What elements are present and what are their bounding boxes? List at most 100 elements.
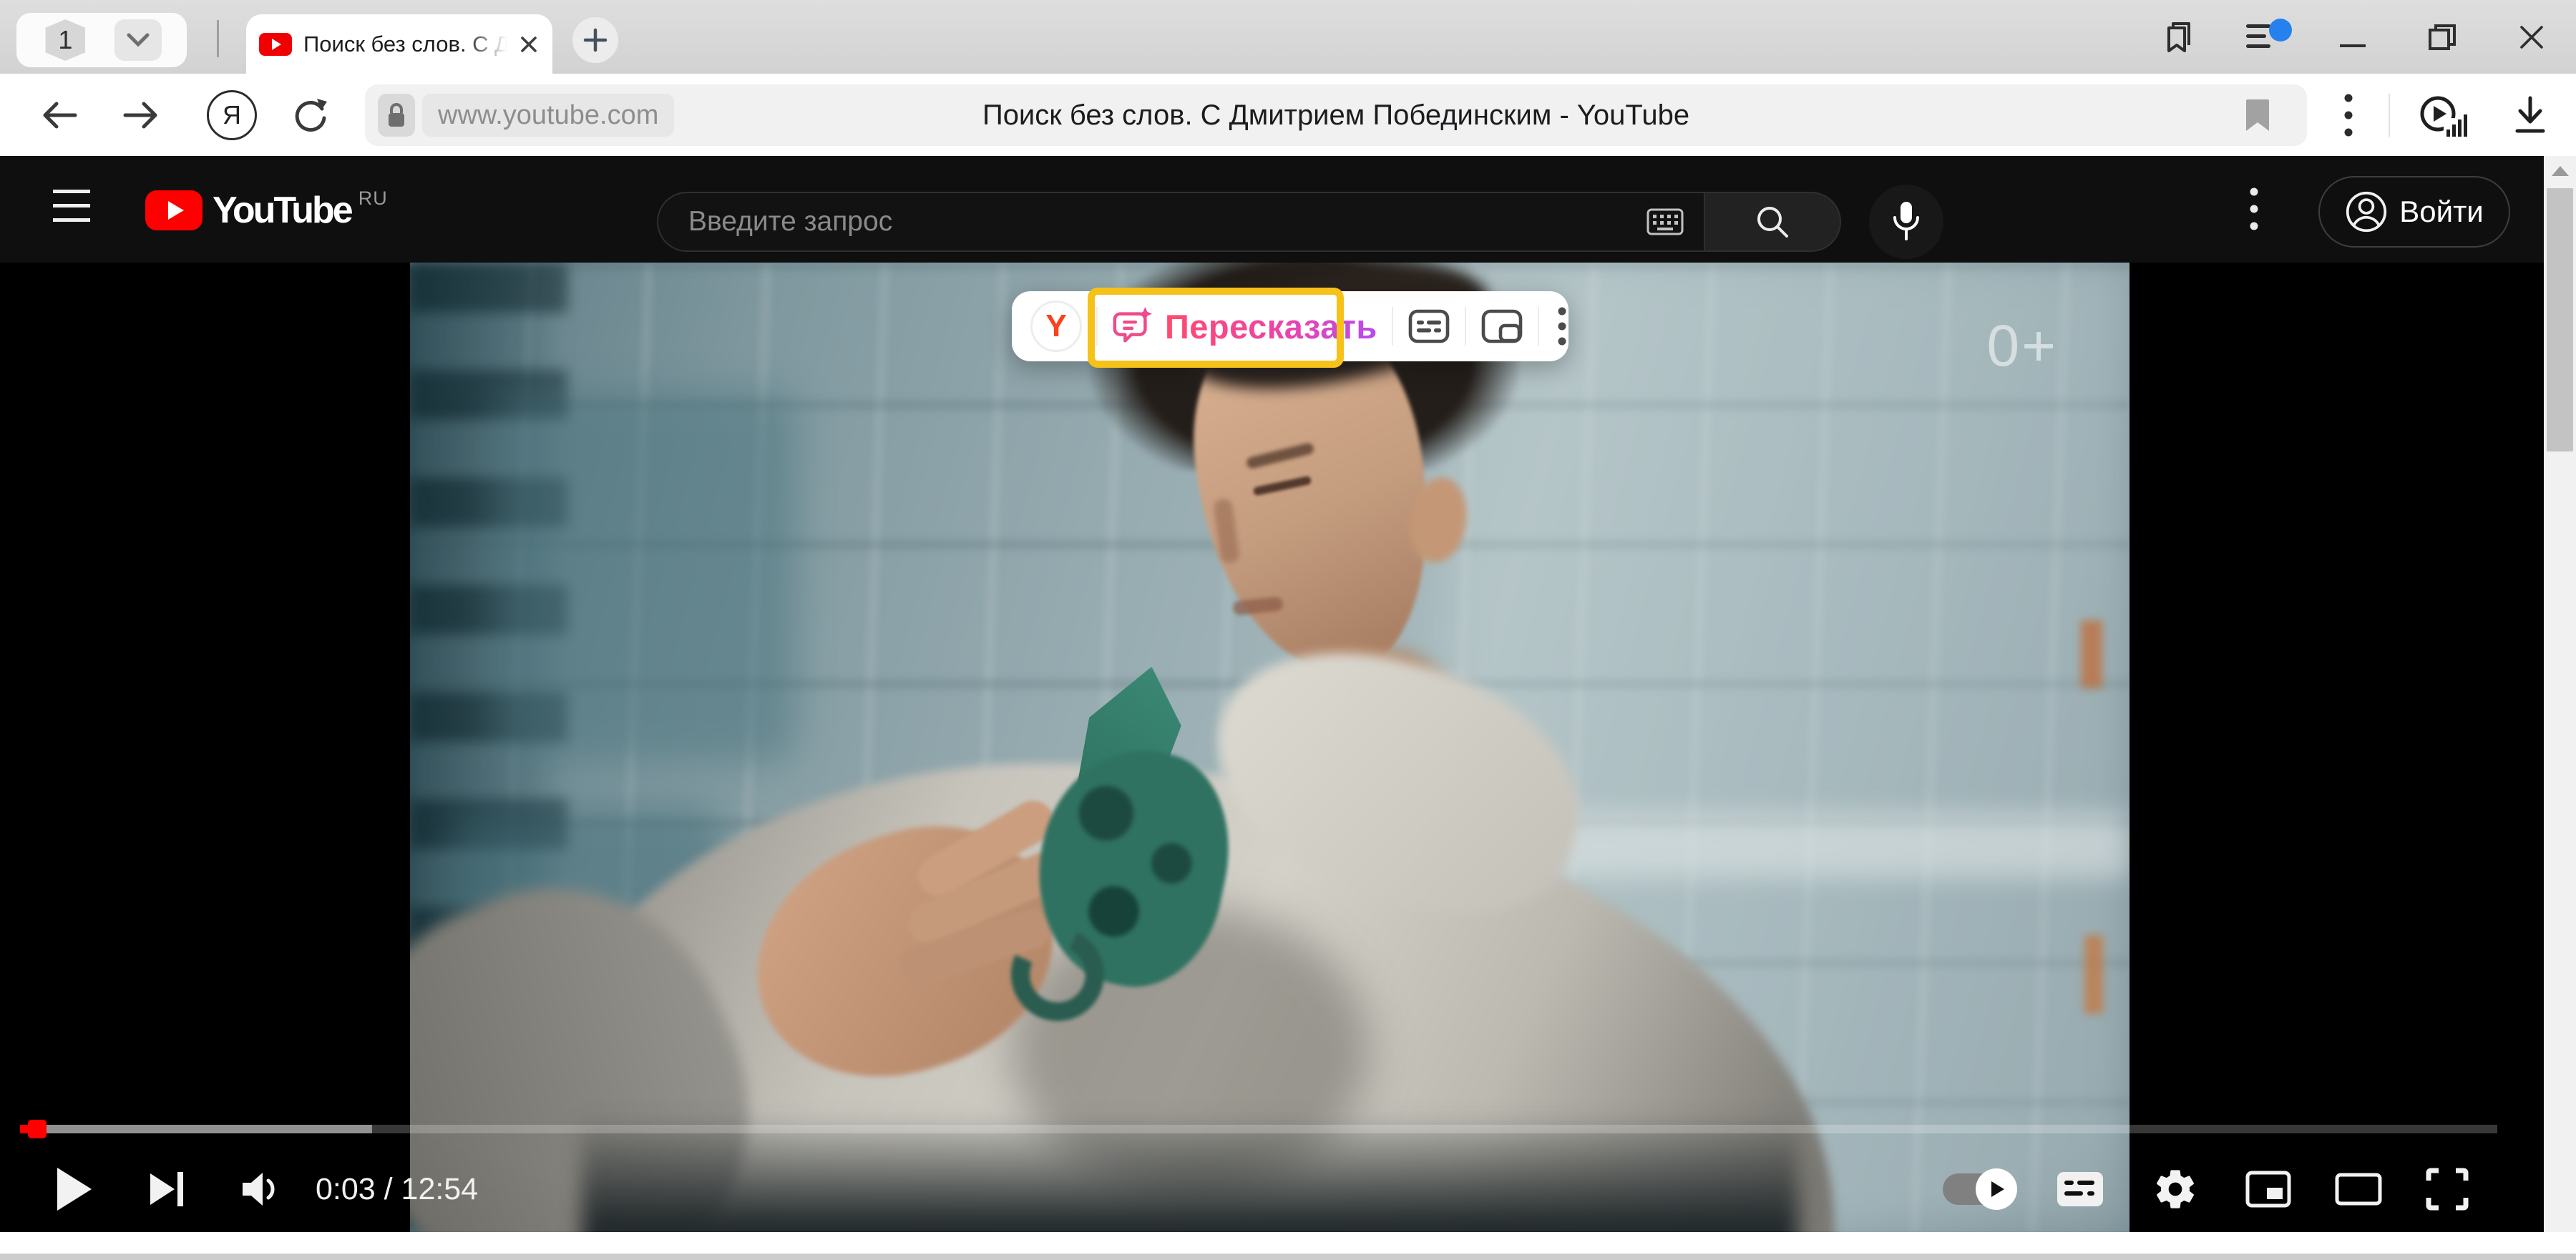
kebab-menu-icon xyxy=(2250,186,2258,232)
overlay-divider xyxy=(1465,307,1466,346)
new-tab-button[interactable] xyxy=(572,17,618,63)
kebab-menu-icon xyxy=(2344,92,2353,138)
address-toolbar: Я www.youtube.com Поиск без слов. С Дмит… xyxy=(0,74,2576,156)
url-display[interactable]: www.youtube.com xyxy=(422,94,674,137)
search-button[interactable] xyxy=(1704,192,1841,252)
page-scrollbar[interactable] xyxy=(2544,156,2576,1260)
video-frame[interactable]: 0+ xyxy=(410,263,2129,1232)
next-icon xyxy=(149,1169,186,1209)
yandex-logo-icon[interactable]: Y xyxy=(1030,301,1082,352)
overlay-divider xyxy=(1538,307,1539,346)
reload-icon xyxy=(290,94,331,136)
fullscreen-button[interactable] xyxy=(2413,1153,2482,1225)
tab-title: Поиск без слов. С Дмит xyxy=(303,31,511,57)
close-icon xyxy=(2517,22,2547,52)
overlay-pip-button[interactable] xyxy=(1480,308,1523,344)
picture-in-picture-icon xyxy=(1480,308,1523,344)
arrow-right-icon xyxy=(121,98,161,132)
yandex-ya-icon: Я xyxy=(207,90,257,140)
youtube-favicon-icon xyxy=(259,33,292,56)
fullscreen-icon xyxy=(2424,1166,2470,1212)
tab-bar: 1 Поиск без слов. С Дмит xyxy=(0,0,2576,74)
close-window-button[interactable] xyxy=(2503,16,2560,59)
volume-button[interactable] xyxy=(228,1153,296,1225)
arrow-left-icon xyxy=(39,98,79,132)
bookmark-flag-icon xyxy=(2244,97,2271,134)
tab-counter-label: 1 xyxy=(58,25,72,55)
window-bottom-strip xyxy=(0,1232,2576,1254)
toolbar-divider xyxy=(2389,94,2390,137)
sign-in-button[interactable]: Войти xyxy=(2318,176,2510,248)
gear-icon xyxy=(2152,1166,2198,1212)
downloads-button[interactable] xyxy=(2500,74,2560,156)
progress-bar[interactable] xyxy=(20,1125,2497,1133)
video-translate-icon xyxy=(2418,92,2468,138)
plus-icon xyxy=(582,26,609,54)
captions-button[interactable] xyxy=(2048,1153,2112,1225)
restore-button[interactable] xyxy=(2413,16,2470,59)
theater-icon xyxy=(2335,1173,2382,1206)
age-rating-label: 0+ xyxy=(1987,313,2059,380)
captions-icon xyxy=(2057,1172,2103,1206)
autoplay-play-icon xyxy=(1976,1168,2017,1210)
sign-in-label: Войти xyxy=(2399,195,2484,229)
youtube-logo[interactable]: YouTube RU xyxy=(145,189,388,232)
search-box[interactable] xyxy=(657,192,1704,252)
overlay-divider xyxy=(1392,307,1393,346)
tutorial-highlight-box xyxy=(1088,288,1344,368)
video-translate-button[interactable] xyxy=(2413,74,2473,156)
overlay-more-button[interactable] xyxy=(1553,306,1571,346)
panels-bookmarks-icon xyxy=(2159,19,2196,55)
youtube-wordmark: YouTube xyxy=(213,189,351,232)
next-button[interactable] xyxy=(133,1153,202,1225)
settings-button[interactable] xyxy=(2141,1153,2210,1225)
search-input[interactable] xyxy=(687,205,1646,238)
miniplayer-icon xyxy=(2245,1171,2291,1208)
notification-dot xyxy=(2269,19,2292,41)
miniplayer-button[interactable] xyxy=(2234,1153,2303,1225)
play-icon xyxy=(54,1166,94,1212)
minimize-button[interactable] xyxy=(2324,16,2381,59)
progress-playhead[interactable] xyxy=(28,1120,47,1138)
tab-close-icon[interactable] xyxy=(518,34,540,55)
tab-counter-badge[interactable]: 1 xyxy=(42,19,89,61)
active-tab[interactable]: Поиск без слов. С Дмит xyxy=(246,14,552,74)
video-art xyxy=(410,263,2129,1232)
overlay-subtitles-button[interactable] xyxy=(1407,308,1450,344)
omnibox[interactable]: www.youtube.com Поиск без слов. С Дмитри… xyxy=(365,84,2307,146)
side-panels-button[interactable] xyxy=(2152,16,2202,59)
guide-menu-button[interactable] xyxy=(53,179,90,233)
kebab-menu-icon xyxy=(1558,306,1566,346)
scrollbar-up-arrow-icon[interactable] xyxy=(2552,166,2569,176)
yandex-services-button[interactable]: Я xyxy=(202,74,262,156)
site-security-chip[interactable] xyxy=(378,94,415,137)
forward-button[interactable] xyxy=(116,74,166,156)
autoplay-toggle[interactable] xyxy=(1932,1153,2025,1225)
chevron-down-icon xyxy=(126,32,150,48)
restore-icon xyxy=(2424,20,2459,54)
volume-icon xyxy=(241,1171,283,1208)
tab-group-control[interactable]: 1 xyxy=(16,13,187,67)
page-options-button[interactable] xyxy=(2250,186,2293,232)
bookmark-button[interactable] xyxy=(2244,97,2271,134)
youtube-play-icon xyxy=(145,190,203,230)
download-icon xyxy=(2512,95,2549,135)
profile-lines-icon xyxy=(2243,17,2298,57)
voice-search-button[interactable] xyxy=(1869,185,1943,259)
search-icon xyxy=(1752,202,1792,242)
profile-menu-button[interactable] xyxy=(2238,16,2303,59)
theater-mode-button[interactable] xyxy=(2324,1153,2393,1225)
search-area xyxy=(657,192,1841,252)
browser-menu-button[interactable] xyxy=(2327,74,2370,156)
scrollbar-thumb[interactable] xyxy=(2547,188,2573,451)
keyboard-icon[interactable] xyxy=(1646,208,1684,235)
hamburger-icon xyxy=(53,190,90,193)
back-button[interactable] xyxy=(34,74,84,156)
reload-button[interactable] xyxy=(280,74,341,156)
youtube-masthead: YouTube RU xyxy=(0,156,2544,263)
tab-list-dropdown-button[interactable] xyxy=(114,19,162,61)
play-button[interactable] xyxy=(40,1153,109,1225)
time-display: 0:03 / 12:54 xyxy=(316,1153,502,1225)
person-icon xyxy=(2345,190,2388,233)
browser-window: 1 Поиск без слов. С Дмит xyxy=(0,0,2576,1260)
